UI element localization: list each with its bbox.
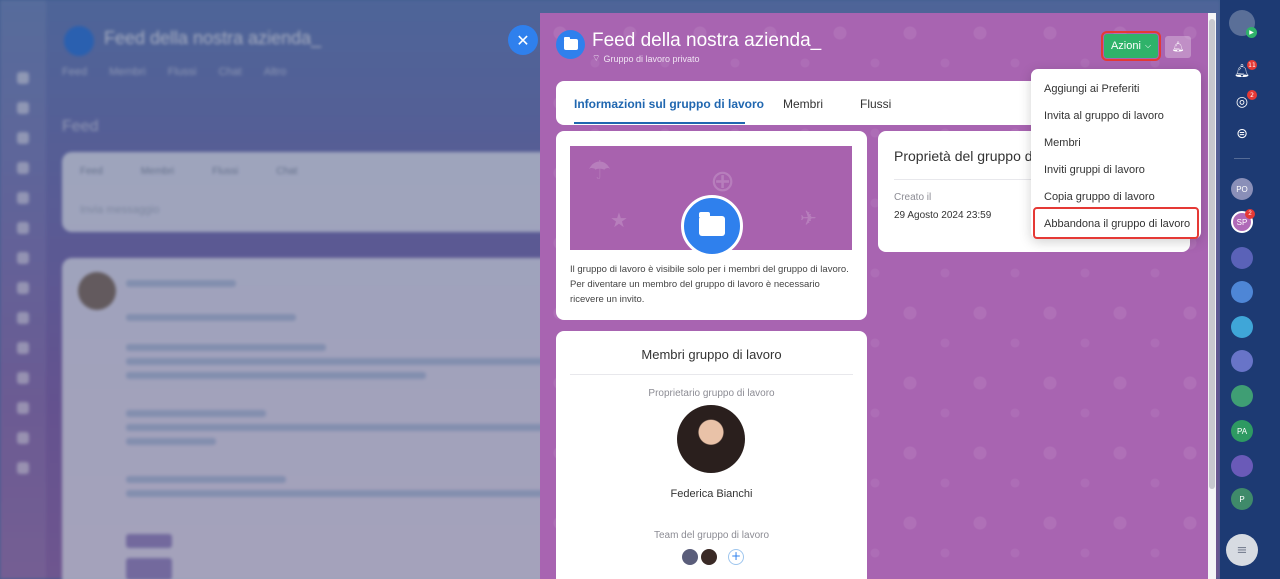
team-member-avatar[interactable] — [682, 549, 698, 565]
close-slider-button[interactable]: ✕ — [508, 25, 538, 55]
add-team-member-button[interactable]: + — [728, 549, 744, 565]
decor-icon: ☂ — [588, 156, 612, 186]
team-label: Team del gruppo di lavoro — [653, 530, 770, 541]
rail-avatar-p[interactable]: P — [1231, 488, 1253, 510]
activity-badge: 2 — [1247, 90, 1257, 100]
divider — [570, 374, 853, 375]
avatar-initials: SP — [1236, 217, 1248, 227]
play-icon: ▶ — [1246, 27, 1257, 38]
actions-button-label: Azioni — [1110, 40, 1141, 52]
tab-flows[interactable]: Flussi — [860, 97, 891, 111]
search-icon: ⊜ — [1236, 126, 1248, 142]
divider — [1234, 158, 1250, 159]
rail-channel-icon[interactable] — [1231, 247, 1253, 269]
avatar-initials: PA — [1236, 426, 1248, 436]
members-title: Membri gruppo di lavoro — [641, 347, 782, 362]
chevron-down-icon: ⌵ — [1144, 41, 1152, 50]
avatar-initials: PO — [1236, 184, 1248, 194]
user-avatar[interactable]: ▶ — [1229, 10, 1257, 38]
rail-channel-icon[interactable] — [1231, 455, 1253, 477]
rail-avatar-pa[interactable]: PA — [1231, 420, 1253, 442]
active-tab-indicator — [574, 122, 745, 124]
group-description: Il gruppo di lavoro è visibile solo per … — [570, 264, 849, 305]
decor-icon: ⊕ — [710, 164, 736, 199]
menu-item-copy-group[interactable]: Copia gruppo di lavoro — [1044, 191, 1155, 203]
rail-chat-icon[interactable] — [1231, 316, 1253, 338]
avatar-initials: P — [1239, 494, 1245, 504]
decor-icon: ✈ — [800, 206, 817, 230]
panel-tabs: Informazioni sul gruppo di lavoro Membri… — [556, 81, 1056, 125]
group-info-card: ☂ ⊕ ✈ ★ Il gruppo di lavoro è visibile s… — [556, 131, 867, 320]
folder-icon — [699, 212, 725, 236]
team-avatars: + — [682, 549, 744, 565]
group-title: Feed della nostra azienda_ — [592, 30, 822, 51]
rail-group-icon[interactable] — [1231, 385, 1253, 407]
rail-avatar-sp[interactable]: SP 2 — [1231, 209, 1255, 233]
owner-label: Proprietario gruppo di lavoro — [648, 388, 775, 399]
notifications-button[interactable]: 🔔︎ 11 — [1231, 60, 1257, 86]
rail-group-icon[interactable] — [1231, 350, 1253, 372]
scrollbar-thumb[interactable] — [1209, 19, 1215, 489]
owner-avatar[interactable] — [677, 405, 745, 473]
activity-button[interactable]: ◎ 2 — [1231, 90, 1257, 116]
rail-group-icon[interactable] — [1231, 281, 1253, 303]
decor-icon: ★ — [610, 208, 628, 232]
panel-scrollbar[interactable] — [1208, 13, 1216, 579]
created-value: 29 Agosto 2024 23:59 — [894, 210, 992, 221]
properties-title: Proprietà del gruppo di — [894, 148, 1036, 164]
rail-avatar-po[interactable]: PO — [1231, 178, 1253, 200]
created-label: Creato il — [894, 192, 932, 203]
bell-icon: 🔔︎ — [1171, 41, 1185, 53]
group-subtitle: ⌔ Gruppo di lavoro privato — [592, 53, 700, 64]
notifications-badge: 11 — [1247, 60, 1257, 70]
menu-icon: ≡ — [1236, 542, 1248, 558]
menu-item-invite[interactable]: Invita al gruppo di lavoro — [1044, 110, 1164, 122]
menu-item-workgroup-invites[interactable]: Inviti gruppi di lavoro — [1044, 164, 1145, 176]
close-icon: ✕ — [516, 30, 530, 50]
group-type-label: Gruppo di lavoro privato — [603, 53, 700, 64]
rail-menu-button[interactable]: ≡ — [1226, 534, 1258, 566]
plus-icon: + — [730, 549, 742, 563]
tab-members[interactable]: Membri — [783, 97, 823, 111]
group-folder-icon — [556, 30, 585, 59]
privacy-icon: ⌔ — [592, 53, 601, 63]
sp-badge: 2 — [1245, 209, 1255, 219]
menu-item-members[interactable]: Membri — [1044, 137, 1081, 149]
notifications-toggle-button[interactable]: 🔔︎ — [1165, 36, 1191, 58]
tab-info[interactable]: Informazioni sul gruppo di lavoro — [574, 97, 764, 111]
team-member-avatar[interactable] — [701, 549, 717, 565]
search-button[interactable]: ⊜ — [1231, 126, 1253, 148]
menu-item-add-favorites[interactable]: Aggiungi ai Preferiti — [1044, 83, 1139, 95]
owner-name[interactable]: Federica Bianchi — [556, 488, 867, 500]
highlight-leave-group — [1033, 207, 1199, 239]
group-avatar — [681, 195, 743, 257]
actions-button[interactable]: Azioni ⌵ — [1101, 31, 1161, 61]
group-members-card: Membri gruppo di lavoro Proprietario gru… — [556, 331, 867, 579]
